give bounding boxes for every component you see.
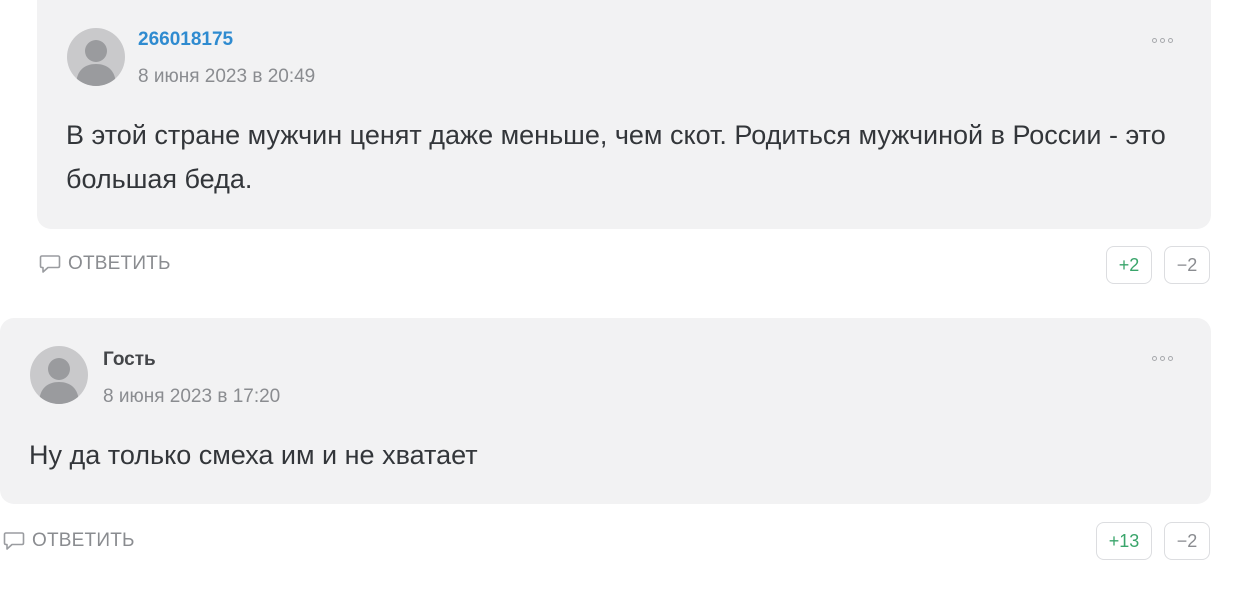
comment-text: Ну да только смеха им и не хватает <box>29 440 478 470</box>
avatar[interactable] <box>30 346 88 404</box>
comment-date: 8 июня 2023 в 20:49 <box>138 66 316 87</box>
reply-label: ОТВЕТИТЬ <box>68 253 171 274</box>
avatar[interactable] <box>67 28 125 86</box>
downvote-button[interactable]: −2 <box>1164 246 1210 284</box>
comment-card: 266018175 8 июня 2023 в 20:49 В этой стр… <box>37 0 1211 229</box>
more-options-icon[interactable] <box>1152 356 1173 361</box>
comment-author[interactable]: Гость <box>103 349 156 371</box>
reply-button[interactable]: ОТВЕТИТЬ <box>3 530 135 552</box>
comment-author[interactable]: 266018175 <box>138 29 233 51</box>
reply-label: ОТВЕТИТЬ <box>32 530 135 551</box>
user-silhouette-icon <box>39 358 79 404</box>
comments-page: 266018175 8 июня 2023 в 20:49 В этой стр… <box>0 0 1242 600</box>
comment-date: 8 июня 2023 в 17:20 <box>103 386 281 407</box>
downvote-button[interactable]: −2 <box>1164 522 1210 560</box>
user-silhouette-icon <box>76 40 116 86</box>
more-options-icon[interactable] <box>1152 38 1173 43</box>
upvote-button[interactable]: +13 <box>1096 522 1152 560</box>
speech-bubble-icon <box>3 532 25 550</box>
upvote-button[interactable]: +2 <box>1106 246 1152 284</box>
comment-text: В этой стране мужчин ценят даже меньше, … <box>66 120 1166 194</box>
speech-bubble-icon <box>39 255 61 273</box>
reply-button[interactable]: ОТВЕТИТЬ <box>39 253 171 275</box>
comment-card: Гость 8 июня 2023 в 17:20 Ну да только с… <box>0 318 1211 504</box>
